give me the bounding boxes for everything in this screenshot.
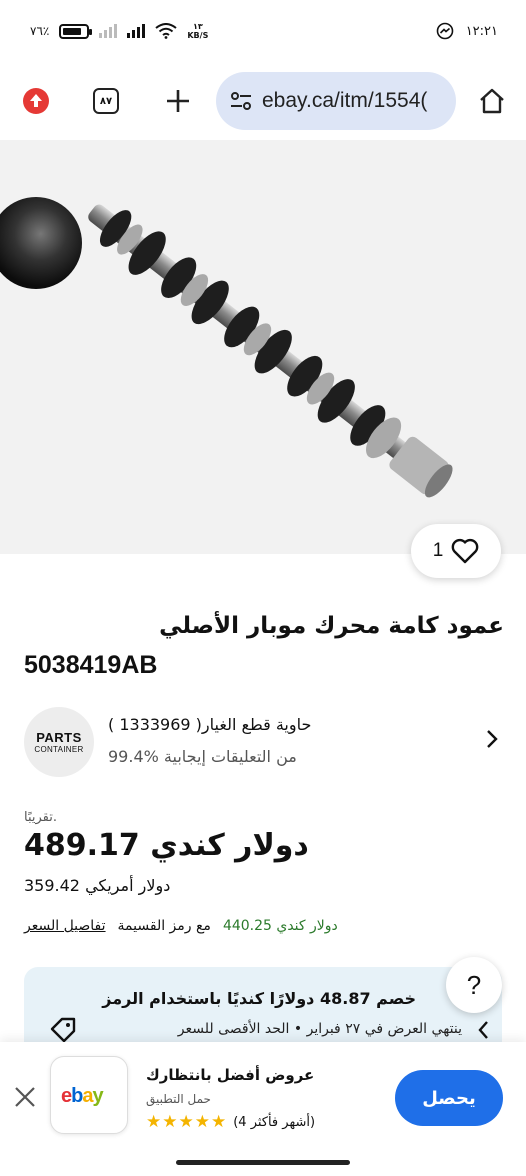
network-speed: ١٣ KB/S [187, 22, 209, 40]
tab-count: ٨٧ [93, 88, 119, 114]
status-left: ٧٦٪ ١٣ KB/S [30, 22, 208, 40]
coupon-price-row: تفاصيل السعر مع رمز القسيمة 440.25 دولار… [24, 918, 338, 934]
rating-stars-icon: ★★★★★ [146, 1112, 228, 1132]
banner-title: عروض أفضل بانتظارك [146, 1066, 315, 1084]
rating-text: (4 أشهر فأكثر) [233, 1114, 316, 1130]
product-title: عمود كامة محرك موبار الأصلي [159, 613, 504, 639]
clock: ١٢:٢١ [465, 23, 498, 39]
update-arrow-icon [23, 88, 49, 114]
chevron-left-icon [478, 1021, 488, 1039]
camshaft-image [88, 204, 453, 498]
like-count: 1 [432, 540, 444, 561]
close-icon[interactable] [12, 1084, 38, 1110]
messenger-icon [436, 22, 453, 40]
help-button[interactable]: ? [446, 957, 502, 1013]
new-tab-button[interactable] [158, 81, 198, 121]
heart-icon [451, 538, 479, 564]
signal-bars-sim2-icon [99, 24, 118, 38]
ebay-logo-icon: ebay [61, 1085, 105, 1107]
address-bar[interactable]: ebay.ca/itm/1554( [216, 72, 456, 130]
chevron-right-icon [487, 730, 498, 748]
banner-rating: ★★★★★ (4 أشهر فأكثر) [146, 1112, 315, 1132]
price-main: 489.17 دولار كندي [24, 828, 309, 863]
promo-subtitle: ينتهي العرض في ٢٧ فبراير • الحد الأقصى ل… [177, 1021, 462, 1037]
coupon-tag-icon [50, 1017, 76, 1043]
seller-feedback: 99.4% من التعليقات إيجابية [108, 747, 297, 766]
wifi-icon [155, 23, 177, 39]
battery-percent: ٧٦٪ [30, 24, 50, 38]
price-usd: 359.42 دولار أمريكي [24, 876, 171, 895]
home-indicator[interactable] [176, 1160, 350, 1165]
browser-toolbar: ٨٧ ebay.ca/itm/1554( [0, 62, 526, 140]
seller-row[interactable]: PARTS CONTAINER ( 1333969 )حاوية قطع الغ… [24, 705, 504, 781]
app-install-banner: ebay عروض أفضل بانتظارك حمل التطبيق ★★★★… [0, 1042, 526, 1176]
watch-button[interactable]: 1 [411, 524, 501, 578]
battery-icon [59, 23, 93, 39]
plus-icon [167, 90, 189, 112]
home-button[interactable] [472, 81, 512, 121]
banner-subtitle: حمل التطبيق [146, 1092, 211, 1106]
seller-logo-line1: PARTS [36, 730, 82, 745]
url-text: ebay.ca/itm/1554( [262, 89, 428, 112]
home-icon [480, 88, 504, 114]
site-settings-icon[interactable] [230, 91, 252, 111]
coupon-price: 440.25 دولار كندي [222, 918, 338, 934]
status-right: ١٢:٢١ [436, 22, 498, 40]
seller-name: ( 1333969 )حاوية قطع الغيار [108, 715, 312, 734]
approx-label: تقريبًا. [24, 810, 58, 825]
seller-logo: PARTS CONTAINER [24, 707, 94, 777]
price-details-link[interactable]: تفاصيل السعر [24, 918, 106, 934]
signal-bars-sim1-icon [127, 24, 146, 38]
seller-logo-line2: CONTAINER [34, 745, 84, 754]
get-app-button[interactable]: يحصل [395, 1070, 503, 1126]
tab-switcher-button[interactable]: ٨٧ [86, 81, 126, 121]
product-part-number: 5038419AB [24, 651, 158, 679]
ebay-app-logo: ebay [50, 1056, 128, 1134]
status-bar: ٧٦٪ ١٣ KB/S ١٢:٢١ [0, 0, 526, 62]
svg-text:ebay: ebay [61, 1085, 104, 1107]
coupon-label: مع رمز القسيمة [117, 918, 211, 934]
update-button[interactable] [16, 81, 56, 121]
product-image[interactable] [0, 140, 526, 554]
promo-title: خصم 48.87 دولارًا كنديًا باستخدام الرمز [102, 989, 416, 1008]
